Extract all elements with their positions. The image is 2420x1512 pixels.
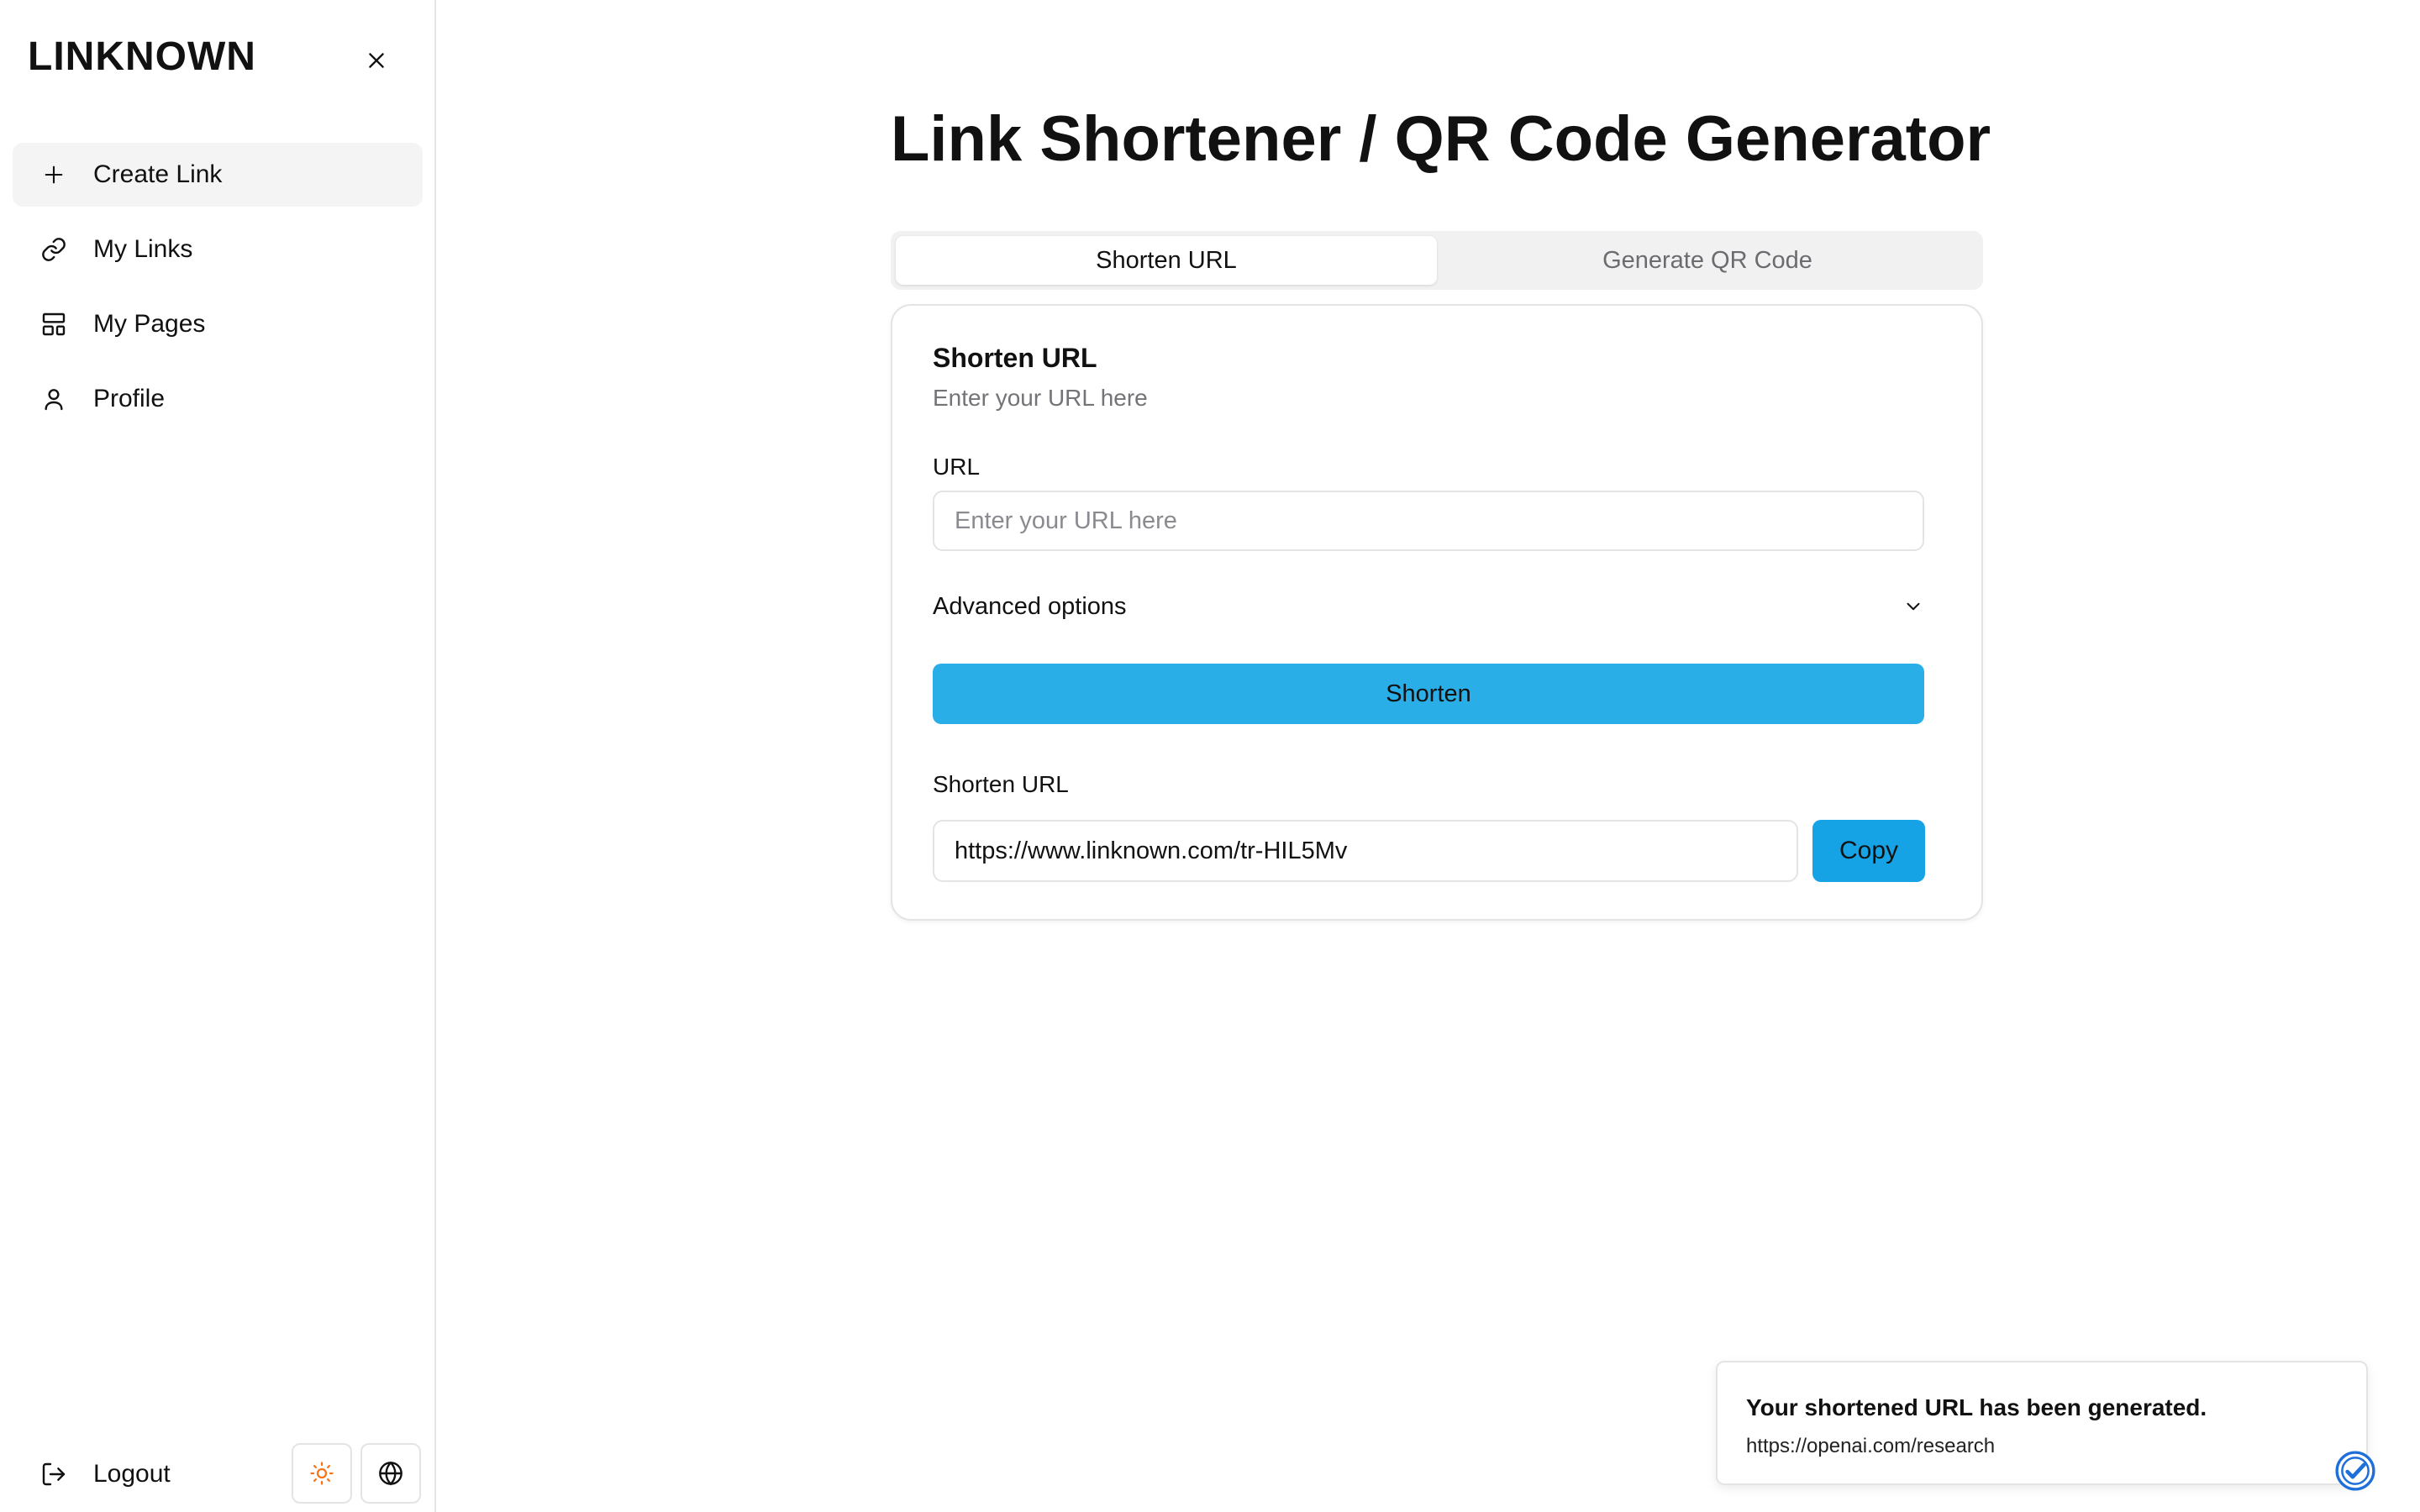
link-icon <box>39 235 68 264</box>
sidebar-nav: Create Link My Links My Pages Profile <box>13 143 423 442</box>
verified-badge-icon[interactable] <box>2333 1448 2378 1494</box>
sidebar-item-my-links[interactable]: My Links <box>13 218 423 281</box>
sun-icon <box>310 1462 334 1485</box>
toast-title: Your shortened URL has been generated. <box>1746 1394 2207 1420</box>
logout-button[interactable]: Logout <box>13 1443 171 1505</box>
theme-toggle-button[interactable] <box>292 1443 352 1504</box>
sidebar: LINKNOWN Create Link My Links My Pages P… <box>0 0 436 1512</box>
logout-label: Logout <box>93 1460 171 1488</box>
shortened-url-field[interactable] <box>933 820 1798 882</box>
chevron-down-icon <box>1907 602 1920 611</box>
copy-button[interactable]: Copy <box>1812 820 1925 882</box>
plus-icon <box>39 160 68 189</box>
close-sidebar-button[interactable] <box>356 40 397 81</box>
sidebar-item-create-link[interactable]: Create Link <box>13 143 423 207</box>
sidebar-item-label: Create Link <box>93 160 223 188</box>
sidebar-footer: Logout <box>13 1443 423 1505</box>
sidebar-item-profile[interactable]: Profile <box>13 367 423 431</box>
globe-icon <box>379 1461 402 1486</box>
shorten-url-card: Shorten URL Enter your URL here URL Adva… <box>891 304 1983 921</box>
shorten-button[interactable]: Shorten <box>933 664 1924 724</box>
layout-icon <box>39 310 68 339</box>
main-content: Link Shortener / QR Code Generator Short… <box>438 0 2420 1512</box>
toast-description: https://openai.com/research <box>1746 1435 1996 1457</box>
advanced-options-label: Advanced options <box>933 592 1127 620</box>
url-label: URL <box>933 454 981 480</box>
close-icon <box>369 53 384 68</box>
tab-shorten-url[interactable]: Shorten URL <box>896 236 1437 285</box>
tab-generate-qr-code[interactable]: Generate QR Code <box>1437 236 1978 285</box>
logout-icon <box>39 1460 68 1488</box>
toast-notification: Your shortened URL has been generated. h… <box>1716 1361 2368 1485</box>
sidebar-item-label: My Links <box>93 235 193 263</box>
advanced-options-toggle[interactable]: Advanced options <box>933 581 1924 632</box>
page-title: Link Shortener / QR Code Generator <box>891 103 1991 175</box>
card-title: Shorten URL <box>933 343 1097 373</box>
tab-list: Shorten URL Generate QR Code <box>891 231 1983 290</box>
brand-logo: LINKNOWN <box>28 34 256 79</box>
sidebar-item-label: Profile <box>93 385 166 412</box>
card-description: Enter your URL here <box>933 385 1148 411</box>
sidebar-item-my-pages[interactable]: My Pages <box>13 292 423 356</box>
sidebar-item-label: My Pages <box>93 310 206 338</box>
language-button[interactable] <box>360 1443 421 1504</box>
user-icon <box>39 385 68 413</box>
url-input[interactable] <box>933 491 1924 551</box>
shortened-url-label: Shorten URL <box>933 771 1069 797</box>
